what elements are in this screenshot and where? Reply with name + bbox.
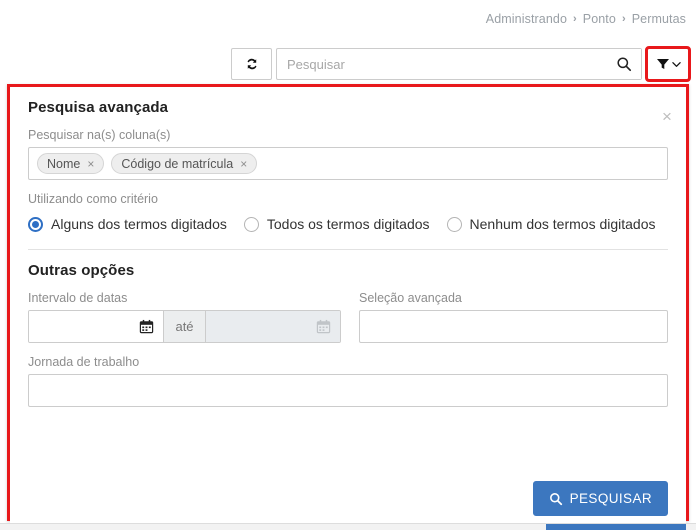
search-toolbar bbox=[231, 46, 691, 82]
tag-label: Código de matrícula bbox=[121, 156, 234, 171]
app-root: Administrando › Ponto › Permutas Pesquis… bbox=[0, 0, 696, 530]
other-options-title: Outras opções bbox=[28, 262, 135, 279]
breadcrumb-separator-icon: › bbox=[621, 13, 626, 25]
radio-indicator[interactable] bbox=[446, 216, 462, 232]
close-icon[interactable]: × bbox=[658, 107, 676, 125]
tag-label: Nome bbox=[47, 156, 81, 171]
search-field-wrapper bbox=[276, 48, 642, 80]
date-from-input[interactable] bbox=[29, 311, 131, 342]
radio-indicator[interactable] bbox=[243, 216, 259, 232]
calendar-icon bbox=[139, 319, 154, 334]
date-range-separator-label: até bbox=[163, 311, 206, 342]
search-submit-label: PESQUISAR bbox=[569, 491, 652, 506]
radio-label: Todos os termos digitados bbox=[266, 216, 430, 232]
other-options-section: Outras opções Intervalo de datas até Sel… bbox=[10, 262, 686, 407]
work-schedule-input[interactable] bbox=[28, 374, 668, 407]
advanced-selection-input[interactable] bbox=[359, 310, 668, 343]
refresh-button[interactable] bbox=[231, 48, 272, 80]
breadcrumb: Administrando › Ponto › Permutas bbox=[486, 12, 686, 26]
date-range-group: até bbox=[28, 310, 341, 343]
radio-option-alguns[interactable]: Alguns dos termos digitados bbox=[28, 216, 227, 232]
tag-chip[interactable]: Nome × bbox=[37, 153, 105, 174]
columns-field-label: Pesquisar na(s) coluna(s) bbox=[28, 128, 171, 142]
search-input[interactable] bbox=[277, 49, 607, 79]
refresh-icon bbox=[244, 56, 260, 72]
advanced-filter-toggle-button[interactable] bbox=[645, 46, 691, 82]
calendar-icon bbox=[316, 319, 331, 334]
tag-remove-icon[interactable]: × bbox=[240, 157, 247, 171]
tag-chip[interactable]: Código de matrícula × bbox=[111, 153, 258, 174]
work-schedule-label: Jornada de trabalho bbox=[28, 355, 140, 369]
panel-title: Pesquisa avançada bbox=[28, 99, 169, 116]
background-button-peek bbox=[546, 524, 686, 530]
radio-label: Alguns dos termos digitados bbox=[51, 216, 227, 232]
filter-funnel-icon bbox=[656, 57, 670, 71]
radio-option-nenhum[interactable]: Nenhum dos termos digitados bbox=[446, 216, 656, 232]
radio-label: Nenhum dos termos digitados bbox=[469, 216, 656, 232]
search-submit-button[interactable] bbox=[607, 49, 641, 79]
chevron-down-icon bbox=[671, 60, 681, 69]
criteria-field-label: Utilizando como critério bbox=[28, 192, 158, 206]
breadcrumb-separator-icon: › bbox=[573, 13, 577, 25]
date-to-input[interactable] bbox=[205, 311, 308, 342]
search-submit-primary-button[interactable]: PESQUISAR bbox=[532, 481, 668, 516]
advanced-search-panel: × Pesquisa avançada Pesquisar na(s) colu… bbox=[7, 84, 689, 530]
criteria-radio-group: Alguns dos termos digitados Todos os ter… bbox=[28, 216, 668, 232]
search-icon bbox=[616, 56, 632, 72]
search-icon bbox=[549, 492, 563, 506]
radio-option-todos[interactable]: Todos os termos digitados bbox=[243, 216, 430, 232]
advanced-selection-label: Seleção avançada bbox=[359, 291, 462, 305]
breadcrumb-item-permutas[interactable]: Permutas bbox=[632, 12, 686, 26]
date-from-calendar-button[interactable] bbox=[130, 311, 164, 342]
tag-remove-icon[interactable]: × bbox=[87, 157, 94, 171]
advanced-search-section: Pesquisa avançada Pesquisar na(s) coluna… bbox=[10, 99, 686, 250]
radio-indicator-selected[interactable] bbox=[28, 216, 43, 232]
date-range-label: Intervalo de datas bbox=[28, 291, 128, 305]
date-to-calendar-button[interactable] bbox=[307, 311, 340, 342]
breadcrumb-item-ponto[interactable]: Ponto bbox=[583, 12, 616, 26]
columns-tag-input[interactable]: Nome × Código de matrícula × bbox=[28, 147, 668, 180]
section-divider bbox=[28, 249, 668, 250]
breadcrumb-item-administrando[interactable]: Administrando bbox=[486, 12, 567, 26]
